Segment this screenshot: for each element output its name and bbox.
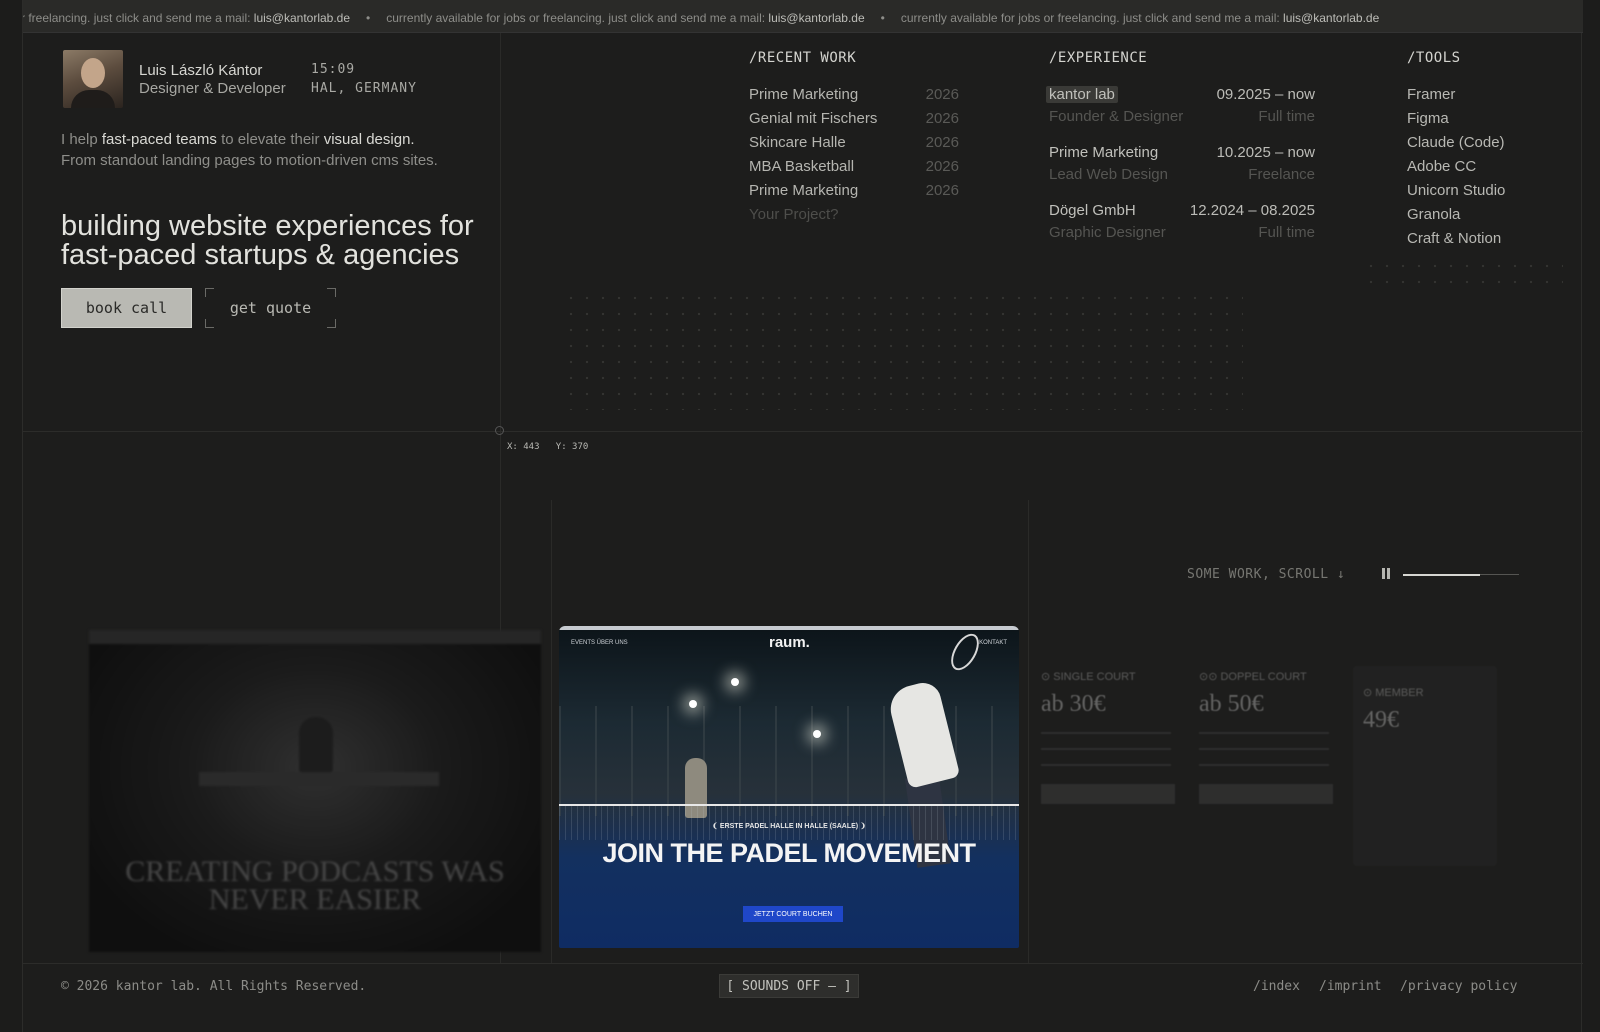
pricing-plan-member: ⊙ MEMBER 49€	[1353, 666, 1497, 866]
experience-item: Dögel GmbH 12.2024 – 08.2025 Graphic Des…	[1049, 202, 1315, 252]
tool-item: Unicorn Studio	[1407, 182, 1506, 199]
marquee-item[interactable]: currently available for jobs or freelanc…	[386, 11, 864, 25]
card-nav: EVENTS ÜBER UNS	[571, 640, 628, 646]
marquee-item[interactable]: currently available for jobs or freelanc…	[901, 11, 1379, 25]
experience-title: Graphic Designer	[1049, 224, 1166, 241]
tool-item: Craft & Notion	[1407, 230, 1502, 247]
browser-bar	[89, 630, 541, 644]
profile-role: Designer & Developer	[139, 80, 286, 97]
tool-item: Adobe CC	[1407, 158, 1477, 175]
recent-work-heading: /RECENT WORK	[749, 50, 857, 66]
hero-headline: building website experiences for fast-pa…	[61, 210, 474, 271]
experience-title: Lead Web Design	[1049, 166, 1168, 183]
card-brand-logo: raum.	[769, 634, 810, 651]
pricing-plan: ⊙⊙ DOPPEL COURT ab 50€	[1199, 670, 1339, 850]
card-cta-button: JETZT COURT BUCHEN	[743, 906, 843, 922]
work-progress-fill	[1403, 573, 1480, 576]
experience-type: Freelance	[1248, 166, 1315, 183]
racket-icon	[945, 629, 985, 675]
experience-type: Full time	[1258, 108, 1315, 125]
experience-item: Prime Marketing 10.2025 – now Lead Web D…	[1049, 144, 1315, 194]
work-item-your-project[interactable]: Your Project?	[749, 206, 959, 230]
some-work-scroll-label: SOME WORK, SCROLL ↓	[1187, 567, 1346, 582]
experience-item: kantor lab 09.2025 – now Founder & Desig…	[1046, 86, 1315, 136]
pricing-plan: ⊙ SINGLE COURT ab 30€	[1041, 670, 1181, 850]
marquee-item[interactable]: ails or freelancing. just click and send…	[23, 11, 350, 25]
location: HAL, GERMANY	[311, 81, 417, 96]
floodlight	[731, 678, 739, 686]
marquee-email[interactable]: luis@kantorlab.de	[254, 11, 350, 25]
get-quote-button[interactable]: get quote	[205, 288, 336, 328]
experience-company: kantor lab	[1046, 86, 1118, 103]
card-kicker: ❨ ERSTE PADEL HALLE IN HALLE (SAALE) ❩	[712, 823, 866, 830]
work-item[interactable]: Prime Marketing 2026	[749, 182, 959, 206]
tool-item: Claude (Code)	[1407, 134, 1505, 151]
footer-link-index[interactable]: /index	[1253, 979, 1300, 994]
grid-line	[23, 431, 1583, 432]
person-figure	[299, 717, 333, 773]
bracket-corner-icon	[205, 288, 214, 297]
page-frame: ails or freelancing. just click and send…	[22, 0, 1583, 1032]
card-image: EVENTS ÜBER UNS raum. KONTAKT ❨ ERSTE PA…	[559, 626, 1019, 948]
footer-link-imprint[interactable]: /imprint	[1319, 979, 1382, 994]
experience-title: Founder & Designer	[1049, 108, 1184, 125]
bullet-separator-icon: •	[880, 11, 885, 25]
footer-link-privacy-policy[interactable]: /privacy policy	[1400, 979, 1517, 994]
pause-icon[interactable]	[1381, 568, 1391, 579]
card-headline: CREATING PODCASTS WAS NEVER EASIER	[125, 855, 505, 916]
tool-item: Granola	[1407, 206, 1461, 223]
floodlight	[689, 700, 697, 708]
floodlight	[813, 730, 821, 738]
intro-text: I help fast-paced teams to elevate their…	[61, 131, 438, 169]
copyright: © 2026 kantor lab. All Rights Reserved.	[61, 979, 367, 994]
grid-line	[1028, 500, 1029, 963]
experience-company: Dögel GmbH	[1049, 202, 1136, 219]
work-item[interactable]: MBA Basketball 2026	[749, 158, 959, 182]
experience-type: Full time	[1258, 224, 1315, 241]
experience-company: Prime Marketing	[1049, 144, 1159, 161]
work-item[interactable]: Prime Marketing 2026	[749, 86, 959, 110]
bracket-corner-icon	[327, 288, 336, 297]
dot-pattern	[1363, 258, 1563, 288]
tool-item: Figma	[1407, 110, 1449, 127]
bracket-corner-icon	[327, 319, 336, 328]
local-time: 15:09	[311, 62, 356, 77]
work-progress-bar[interactable]	[1403, 573, 1519, 576]
avatar	[63, 50, 123, 108]
cursor-coordinates: X: 443 Y: 370	[507, 442, 589, 452]
crosshair-icon	[495, 426, 504, 435]
browser-bar	[559, 626, 1019, 630]
bracket-corner-icon	[205, 319, 214, 328]
work-card-pricing[interactable]: ⊙ SINGLE COURT ab 30€ ⊙⊙ DOPPEL COURT ab…	[1035, 622, 1505, 952]
work-card-podcast[interactable]: CREATING PODCASTS WAS NEVER EASIER	[89, 622, 541, 952]
grid-line	[551, 500, 552, 963]
sound-toggle-button[interactable]: [ SOUNDS OFF — ]	[719, 974, 859, 998]
experience-heading: /EXPERIENCE	[1049, 50, 1148, 66]
work-card-padel[interactable]: EVENTS ÜBER UNS raum. KONTAKT ❨ ERSTE PA…	[559, 622, 1019, 952]
work-item[interactable]: Skincare Halle 2026	[749, 134, 959, 158]
dot-pattern	[563, 290, 1243, 410]
get-quote-label: get quote	[229, 299, 312, 317]
experience-dates: 09.2025 – now	[1216, 86, 1315, 103]
profile-name: Luis László Kántor	[139, 62, 263, 79]
grid-line	[23, 963, 1583, 964]
tools-heading: /TOOLS	[1407, 50, 1461, 66]
desk-figure	[199, 772, 439, 786]
marquee-email[interactable]: luis@kantorlab.de	[1283, 11, 1379, 25]
experience-dates: 12.2024 – 08.2025	[1189, 202, 1315, 219]
book-call-button[interactable]: book call	[61, 288, 192, 328]
tool-item: Framer	[1407, 86, 1456, 103]
marquee-email[interactable]: luis@kantorlab.de	[768, 11, 864, 25]
availability-marquee[interactable]: ails or freelancing. just click and send…	[23, 0, 1583, 33]
work-item[interactable]: Genial mit Fischers 2026	[749, 110, 959, 134]
bullet-separator-icon: •	[366, 11, 371, 25]
card-contact: KONTAKT	[979, 640, 1007, 646]
card-headline: JOIN THE PADEL MOVEMENT	[602, 838, 976, 868]
experience-dates: 10.2025 – now	[1216, 144, 1315, 161]
